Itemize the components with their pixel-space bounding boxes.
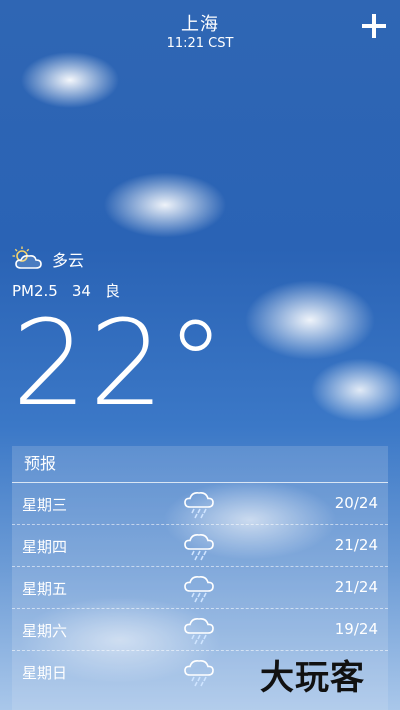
weather-screen: 上海 11:21 CST 多云 PM2.5 34 良 22° 预报 星期三 20/2… <box>0 0 400 710</box>
rain-cloud-icon <box>184 618 214 645</box>
local-time: 11:21 CST <box>166 36 234 51</box>
forecast-row[interactable]: 星期六 19/24 <box>12 609 388 651</box>
city-name[interactable]: 上海 <box>0 10 400 36</box>
forecast-row[interactable]: 星期五 21/24 <box>12 567 388 609</box>
forecast-range: 19/24 <box>334 620 378 638</box>
rain-cloud-icon <box>184 660 214 687</box>
forecast-title: 预报 <box>12 446 388 483</box>
forecast-row[interactable]: 星期三 20/24 <box>12 483 388 525</box>
rain-cloud-icon <box>184 576 214 603</box>
partly-cloudy-icon <box>12 246 42 269</box>
forecast-day: 星期日 <box>22 664 68 682</box>
current-temperature: 22° <box>12 294 228 432</box>
forecast-day: 星期五 <box>22 580 68 598</box>
forecast-day: 星期六 <box>22 622 68 640</box>
forecast-range: 21/24 <box>334 578 378 596</box>
forecast-range: 21/24 <box>334 536 378 554</box>
top-bar: 上海 11:21 CST <box>0 0 400 56</box>
rain-cloud-icon <box>184 534 214 561</box>
condition-text: 多云 <box>52 251 85 270</box>
current-condition: 多云 <box>12 246 84 272</box>
add-city-button[interactable] <box>360 12 388 40</box>
forecast-day: 星期四 <box>22 538 68 556</box>
rain-cloud-icon <box>184 492 214 519</box>
forecast-day: 星期三 <box>22 496 68 514</box>
forecast-row[interactable]: 星期四 21/24 <box>12 525 388 567</box>
watermark-logo: 大玩客 <box>260 658 365 698</box>
forecast-range: 20/24 <box>334 494 378 512</box>
